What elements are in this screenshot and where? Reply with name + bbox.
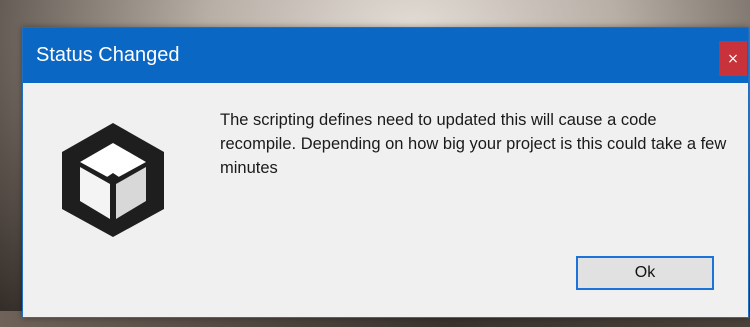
title-bar[interactable]: Status Changed × xyxy=(23,28,748,83)
unity-logo-icon xyxy=(62,123,164,237)
dialog-message: The scripting defines need to updated th… xyxy=(220,111,727,177)
close-button[interactable]: × xyxy=(719,41,747,76)
ok-button-label: Ok xyxy=(634,264,656,281)
close-icon: × xyxy=(727,50,739,67)
dialog-title: Status Changed xyxy=(36,44,180,66)
status-dialog: Status Changed × The scripting defines n… xyxy=(22,27,749,318)
desktop: { "dialog": { "title": "Status Changed",… xyxy=(0,0,750,327)
ok-button[interactable]: Ok xyxy=(576,256,714,290)
